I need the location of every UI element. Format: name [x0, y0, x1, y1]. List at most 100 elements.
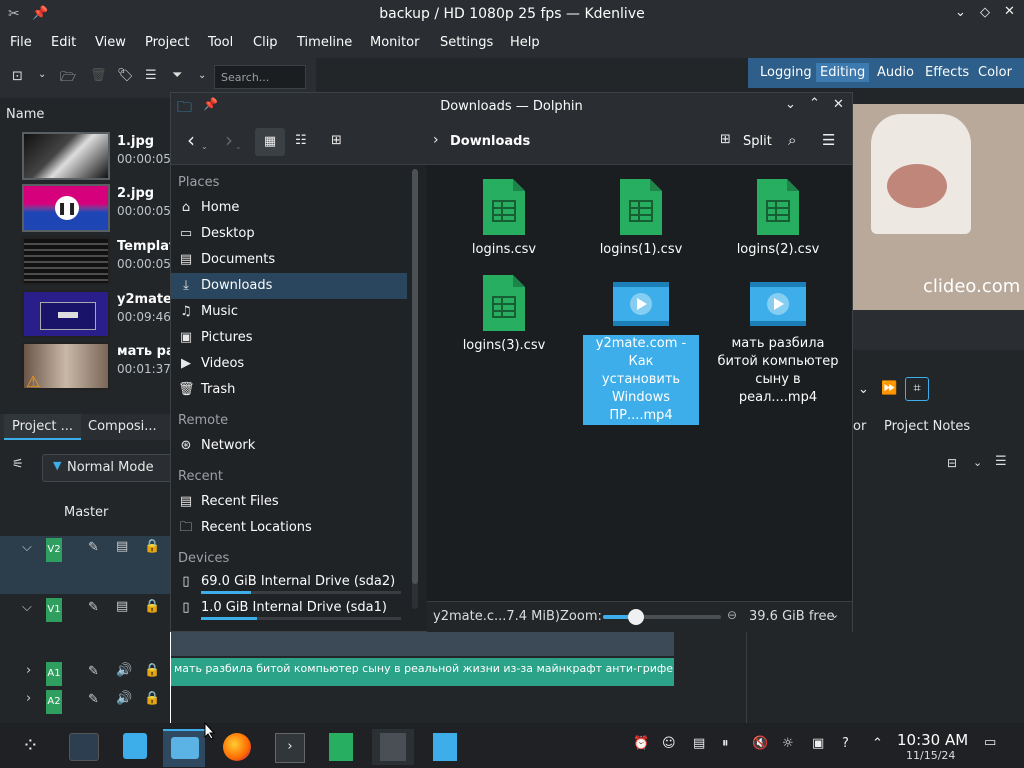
menu-file[interactable]: File — [10, 35, 32, 50]
show-desktop-icon[interactable]: ▭ — [984, 735, 996, 750]
menu-timeline[interactable]: Timeline — [297, 35, 352, 50]
lock-icon[interactable]: 🔒 — [144, 663, 160, 678]
list-menu-icon[interactable]: ☰ — [995, 454, 1007, 469]
link-icon[interactable]: ⊟ — [947, 456, 957, 470]
tray-expand-icon[interactable]: ⌃ — [872, 736, 883, 751]
taskbar-kdenlive[interactable] — [372, 729, 414, 765]
track-v2[interactable]: ⌵ V2 ✎ ▤ 🔒 — [0, 536, 170, 594]
search-icon[interactable]: ⌕ — [788, 131, 796, 149]
details-view-icon[interactable]: ⊞ — [331, 133, 342, 148]
tab-project-notes[interactable]: Project Notes — [884, 419, 970, 434]
places-scrollbar-thumb[interactable] — [412, 169, 418, 584]
hamburger-menu-icon[interactable]: ☰ — [822, 131, 835, 149]
chevron-down-icon[interactable]: ⌄ — [973, 456, 982, 469]
place-pictures[interactable]: ▣ Pictures — [171, 325, 407, 351]
file-item[interactable]: мать разбила битой компьютер сыну в реал… — [715, 281, 841, 407]
tab-compositions[interactable]: Composi... — [88, 419, 157, 434]
clipboard-icon[interactable]: ▤ — [693, 736, 705, 751]
edit-track-icon[interactable]: ✎ — [88, 600, 99, 615]
mixer-settings-icon[interactable]: ⚟ — [12, 457, 24, 472]
volume-muted-icon[interactable]: 🔇 — [752, 736, 768, 751]
discord-icon[interactable]: ☺ — [662, 736, 676, 751]
taskbar-firefox[interactable] — [216, 729, 258, 765]
media-pause-icon[interactable]: ⏸ — [722, 736, 729, 751]
workspace-editing[interactable]: Editing — [816, 63, 870, 82]
film-icon[interactable]: ▤ — [116, 539, 128, 554]
filter-chevron-icon[interactable]: ⌄ — [198, 70, 206, 81]
clock-date[interactable]: 11/15/24 — [906, 749, 955, 762]
file-item[interactable]: logins(2).csv — [715, 177, 841, 259]
compact-view-icon[interactable]: ☷ — [295, 133, 307, 148]
back-icon[interactable]: ‹ — [187, 128, 195, 152]
taskbar-dolphin[interactable] — [163, 729, 205, 767]
track-a2[interactable]: › A2 ✎ 🔊 🔒 — [0, 688, 170, 714]
film-icon[interactable]: ▤ — [116, 599, 128, 614]
minimize-icon[interactable]: ⌄ — [785, 97, 796, 112]
app-launcher-icon[interactable]: ⁘ — [22, 733, 39, 757]
menu-settings[interactable]: Settings — [440, 35, 493, 50]
tab-monitor-partial[interactable]: or — [853, 419, 866, 434]
lock-icon[interactable]: 🔒 — [144, 599, 160, 614]
menu-view[interactable]: View — [95, 35, 126, 50]
split-button[interactable]: Split — [743, 134, 772, 149]
icons-view-icon[interactable]: ▦ — [255, 128, 285, 156]
workspace-audio[interactable]: Audio — [877, 65, 914, 80]
free-space[interactable]: 39.6 GiB free — [749, 609, 834, 624]
file-item[interactable]: logins(3).csv — [441, 273, 567, 355]
place-videos[interactable]: ▶ Videos — [171, 351, 407, 377]
chevron-down-icon[interactable]: ⌄ — [858, 382, 869, 397]
bin-clip[interactable]: y2mate. 00:09:46 — [0, 288, 177, 341]
menu-tool[interactable]: Tool — [208, 35, 233, 50]
chevron-down-icon[interactable]: ⌄ — [830, 608, 839, 621]
device-sda1[interactable]: ▯ 1.0 GiB Internal Drive (sda1) — [171, 595, 407, 621]
menu-monitor[interactable]: Monitor — [370, 35, 419, 50]
bin-clip[interactable]: Templat 00:00:05 — [0, 235, 175, 288]
edit-track-icon[interactable]: ✎ — [88, 692, 99, 707]
place-recent-files[interactable]: ▤ Recent Files — [171, 489, 407, 515]
help-icon[interactable]: ? — [842, 736, 849, 751]
edit-track-icon[interactable]: ✎ — [88, 664, 99, 679]
menu-project[interactable]: Project — [145, 35, 189, 50]
lock-icon[interactable]: 🔒 — [144, 539, 160, 554]
mode-select[interactable]: ▼ Normal Mode — [42, 454, 174, 482]
workspace-color[interactable]: Color — [978, 65, 1012, 80]
menu-clip[interactable]: Clip — [253, 35, 278, 50]
menu-edit[interactable]: Edit — [51, 35, 76, 50]
file-item[interactable]: logins.csv — [441, 177, 567, 259]
expand-icon[interactable]: › — [26, 691, 31, 706]
timeline-video-clip[interactable] — [170, 632, 674, 656]
edit-track-icon[interactable]: ✎ — [88, 540, 99, 555]
menu-help[interactable]: Help — [510, 35, 540, 50]
taskbar-document[interactable] — [424, 729, 466, 765]
workspace-logging[interactable]: Logging — [760, 65, 812, 80]
storage-icon[interactable]: ▣ — [812, 736, 824, 751]
track-a1[interactable]: › A1 ✎ 🔊 🔒 — [0, 660, 170, 686]
lock-icon[interactable]: 🔒 — [144, 691, 160, 706]
breadcrumb[interactable]: Downloads — [450, 134, 530, 149]
fast-forward-icon[interactable]: ⏩ — [881, 381, 897, 396]
tag-icon[interactable]: 🏷 — [117, 68, 134, 83]
taskbar-terminal[interactable]: › — [268, 729, 310, 765]
place-recent-locations[interactable]: 🗀 Recent Locations — [171, 515, 407, 541]
clock-time[interactable]: 10:30 AM — [897, 731, 968, 749]
folder-add-icon[interactable]: 🗁 — [60, 68, 76, 90]
speaker-icon[interactable]: 🔊 — [116, 691, 132, 706]
split-icon[interactable]: ⊞ — [720, 132, 731, 147]
collapse-icon[interactable]: ⌵ — [22, 540, 32, 555]
crop-icon[interactable]: ⌗ — [905, 377, 929, 401]
device-sda2[interactable]: ▯ 69.0 GiB Internal Drive (sda2) — [171, 569, 407, 595]
place-home[interactable]: ⌂ Home — [171, 195, 407, 221]
maximize-icon[interactable]: ⌃ — [809, 96, 820, 111]
bin-clip[interactable]: ❚❚ 2.jpg 00:00:05 — [0, 182, 171, 235]
bin-clip[interactable]: 1.jpg 00:00:05 — [0, 130, 171, 183]
add-clip-icon[interactable]: ⊡ — [12, 69, 23, 84]
place-documents[interactable]: ▤ Documents — [171, 247, 407, 273]
zoom-slider-handle[interactable] — [628, 609, 645, 625]
place-network[interactable]: ⊛ Network — [171, 433, 407, 459]
track-v1[interactable]: ⌵ V1 ✎ ▤ 🔒 — [0, 596, 170, 656]
file-item[interactable]: logins(1).csv — [578, 177, 704, 259]
playhead[interactable] — [170, 632, 171, 723]
workspace-effects[interactable]: Effects — [925, 65, 969, 80]
taskbar-spreadsheet[interactable] — [320, 729, 362, 765]
minimize-icon[interactable]: ⌄ — [955, 5, 966, 20]
